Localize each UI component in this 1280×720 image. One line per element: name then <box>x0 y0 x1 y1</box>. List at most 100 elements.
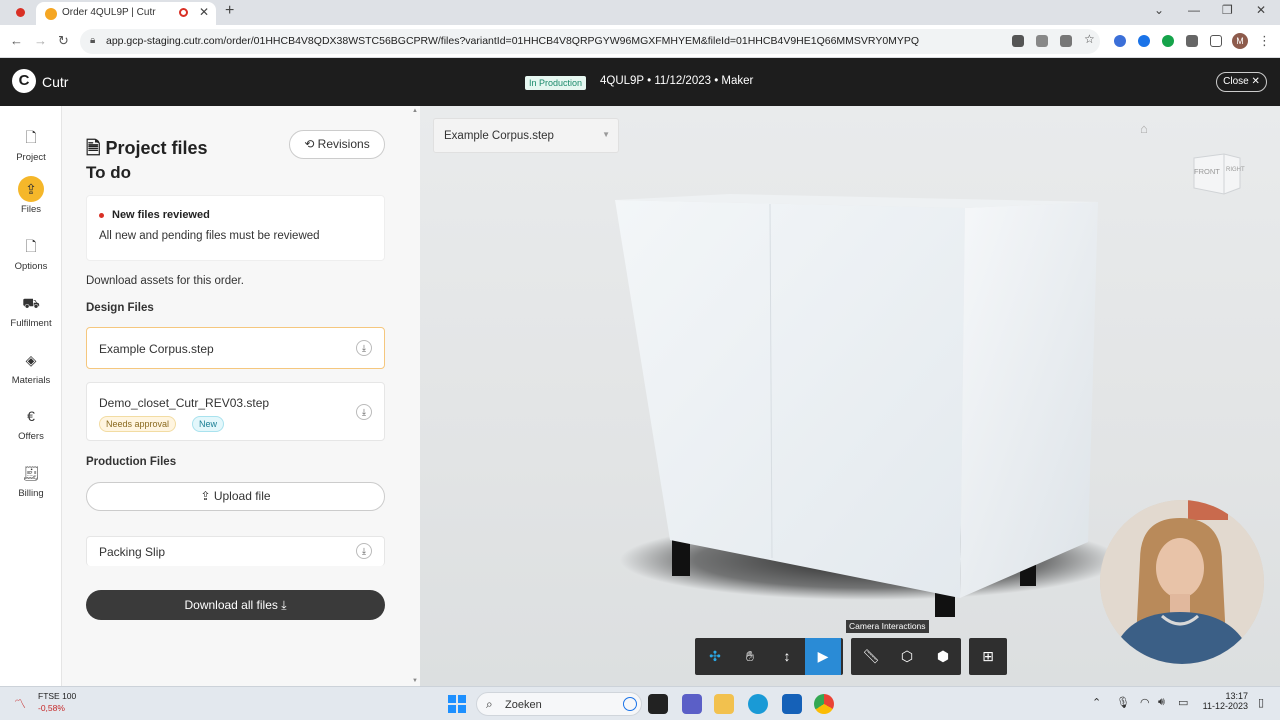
close-button[interactable]: Close ✕ <box>1216 72 1267 92</box>
nav-label: Files <box>20 204 42 215</box>
nav-item-options[interactable]: 🗋 Options <box>0 233 62 272</box>
browser-menu-icon[interactable]: ⋮ <box>1258 33 1271 49</box>
nav-label: Materials <box>11 375 51 386</box>
zoom-arrows-icon[interactable]: ↕ <box>769 638 805 675</box>
url-text: app.gcp-staging.cutr.com/order/01HHCB4V8… <box>106 35 920 47</box>
design-file-card[interactable]: Example Corpus.step ⤓ <box>86 327 385 369</box>
inspect-toolbar: 📏︎ ⬡ ⬢ <box>851 638 961 675</box>
restore-icon[interactable]: ❐ <box>1222 3 1233 17</box>
minimize-icon[interactable]: — <box>1188 3 1200 17</box>
download-description: Download assets for this order. <box>86 275 244 287</box>
nav-label: Offers <box>18 431 44 442</box>
download-icon[interactable]: ⤓ <box>356 340 372 356</box>
view-cube[interactable]: FRONT RIGHT <box>1190 150 1245 195</box>
camera-permission-icon[interactable] <box>1012 35 1024 47</box>
cube-front-label: FRONT <box>1194 167 1220 176</box>
document-icon: 🗋 <box>25 129 37 145</box>
review-notice: New files reviewed All new and pending f… <box>86 195 385 261</box>
stock-chart-icon: 〽 <box>14 697 27 711</box>
taskbar-search[interactable]: ⌕ Zoeken <box>476 692 642 716</box>
task-view-icon[interactable] <box>648 694 668 714</box>
upload-file-button[interactable]: ⇪ Upload file <box>86 482 385 511</box>
new-tab-icon[interactable]: + <box>225 2 234 20</box>
nav-item-fulfilment[interactable]: ⛟ Fulfilment <box>0 290 62 329</box>
scroll-up-icon[interactable]: ▲ <box>412 108 418 114</box>
microphone-icon[interactable]: 🎙︎ <box>1116 696 1130 709</box>
windows-taskbar: 〽 FTSE 100 -0,58% ⌕ Zoeken ⌃ 🎙︎ ◠ 🔊︎ ▭ 1… <box>0 686 1280 720</box>
explode-cube-icon[interactable]: ⬢ <box>925 638 961 675</box>
forward-icon[interactable]: → <box>34 33 47 48</box>
notice-text: All new and pending files must be review… <box>99 230 320 242</box>
file-icon: 🗎︎ <box>86 138 106 158</box>
teams-icon[interactable] <box>682 694 702 714</box>
tray-chevron-up-icon[interactable]: ⌃ <box>1092 696 1101 709</box>
ticker-name[interactable]: FTSE 100 <box>38 691 76 701</box>
ticker-change: -0,58% <box>38 703 65 713</box>
orbit-tool-icon[interactable]: ✣ <box>697 638 733 675</box>
extension-2-icon[interactable] <box>1138 35 1150 47</box>
clock-date: 11-12-2023 <box>1202 701 1248 711</box>
cutr-logo-icon: C <box>12 69 36 93</box>
browser-toolbar: ← → ↻ 🔒︎ app.gcp-staging.cutr.com/order/… <box>0 25 1280 58</box>
reload-icon[interactable]: ↻ <box>58 33 69 49</box>
wifi-icon[interactable]: ◠ <box>1140 696 1150 709</box>
model-tree-icon[interactable]: ⊞ <box>970 638 1006 675</box>
home-view-icon[interactable]: ⌂ <box>1140 121 1148 136</box>
cutr-favicon-icon <box>45 8 57 20</box>
panel-scrollbar[interactable]: ▲ ▼ <box>410 108 420 684</box>
camera-icon[interactable]: ▶︎ <box>805 638 841 675</box>
extension-1-icon[interactable] <box>1114 35 1126 47</box>
edge-icon[interactable] <box>748 694 768 714</box>
recording-icon <box>16 8 25 17</box>
translate-icon[interactable] <box>1036 35 1048 47</box>
download-all-button[interactable]: Download all files ⤓ <box>86 590 385 620</box>
bookmark-star-icon[interactable]: ☆ <box>1084 32 1096 46</box>
download-icon[interactable]: ⤓ <box>356 543 372 559</box>
tab-close-icon[interactable]: ✕ <box>199 5 209 19</box>
revisions-button[interactable]: ⟲ Revisions <box>289 130 385 159</box>
nav-label: Billing <box>18 488 44 499</box>
system-clock[interactable]: 13:17 11-12-2023 <box>1200 691 1248 711</box>
chrome-icon[interactable] <box>814 694 834 714</box>
scroll-down-icon[interactable]: ▼ <box>412 678 418 684</box>
new-badge: New <box>192 416 225 432</box>
grammarly-icon[interactable] <box>1162 35 1174 47</box>
store-icon[interactable] <box>782 694 802 714</box>
battery-icon[interactable]: ▭ <box>1178 696 1188 709</box>
share-icon[interactable] <box>1060 35 1072 47</box>
extensions-puzzle-icon[interactable] <box>1186 35 1198 47</box>
volume-icon[interactable]: 🔊︎ <box>1158 696 1165 709</box>
tab-search-icon[interactable]: ⌄ <box>1154 3 1164 17</box>
file-select-dropdown[interactable]: Example Corpus.step ▼ <box>433 118 619 153</box>
pan-hand-icon[interactable]: ✋︎ <box>732 638 768 675</box>
side-panel-icon[interactable] <box>1210 35 1222 47</box>
chevron-down-icon: ▼ <box>602 130 610 139</box>
nav-item-files[interactable]: ⇪ Files <box>0 176 62 215</box>
window-close-icon[interactable]: ✕ <box>1256 3 1266 17</box>
brand-name: Cutr <box>42 74 69 90</box>
page-title: 🗎︎ Project files <box>86 138 208 158</box>
nav-item-billing[interactable]: 🧾︎ Billing <box>0 460 62 499</box>
file-explorer-icon[interactable] <box>714 694 734 714</box>
section-cube-icon[interactable]: ⬡ <box>889 638 925 675</box>
profile-avatar[interactable]: M <box>1232 33 1248 49</box>
packing-slip-card[interactable]: Packing Slip ⤓ <box>86 536 385 566</box>
download-icon[interactable]: ⤓ <box>356 404 372 420</box>
design-file-card[interactable]: Demo_closet_Cutr_REV03.step ⤓ Needs appr… <box>86 382 385 441</box>
options-document-icon: 🗋 <box>25 238 37 254</box>
browser-tab-strip: Order 4QUL9P | Cutr ✕ + ⌄ — ❐ ✕ <box>0 0 1280 25</box>
bing-icon[interactable] <box>623 697 637 711</box>
browser-tab[interactable]: Order 4QUL9P | Cutr ✕ <box>36 2 216 25</box>
close-icon: ✕ <box>1251 76 1260 87</box>
nav-item-offers[interactable]: € Offers <box>0 403 62 442</box>
alert-dot-icon <box>99 213 104 218</box>
app-header: C Cutr In Production 4QUL9P • 11/12/2023… <box>0 58 1280 106</box>
back-icon[interactable]: ← <box>10 33 23 48</box>
nav-item-project[interactable]: 🗋 Project <box>0 124 62 163</box>
notifications-icon[interactable]: ▯ <box>1258 696 1264 709</box>
address-bar[interactable]: 🔒︎ app.gcp-staging.cutr.com/order/01HHCB… <box>80 29 1100 54</box>
windows-start-icon[interactable] <box>448 695 466 713</box>
nav-item-materials[interactable]: ◈ Materials <box>0 347 62 386</box>
webcam-person-image <box>1100 500 1264 664</box>
measure-ruler-icon[interactable]: 📏︎ <box>853 638 889 675</box>
